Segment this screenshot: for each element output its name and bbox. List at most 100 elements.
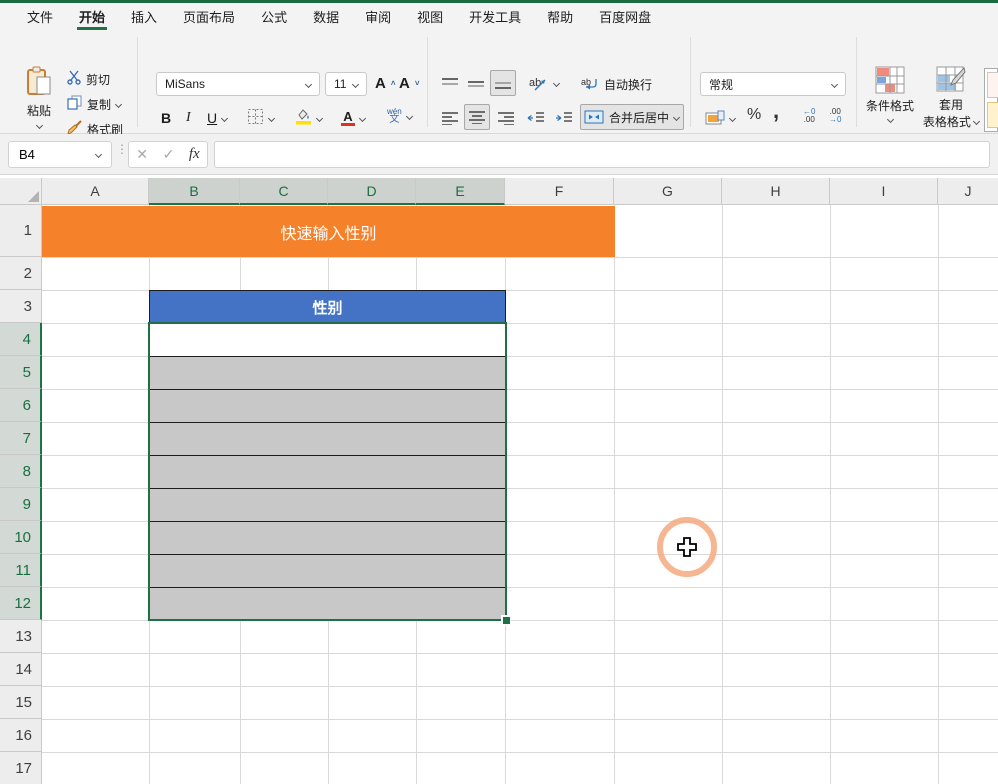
orientation-button[interactable]: ab xyxy=(526,72,562,94)
column-header-I[interactable]: I xyxy=(830,178,938,205)
cut-button[interactable]: 剪切 xyxy=(64,68,113,90)
percent-style-button[interactable]: % xyxy=(744,104,764,126)
merge-center-button[interactable]: 合并后居中 xyxy=(580,104,684,130)
row-header-13[interactable]: 13 xyxy=(0,620,42,653)
phonetic-bottom: 文 xyxy=(389,116,399,124)
row-header-6[interactable]: 6 xyxy=(0,389,42,422)
font-color-button[interactable]: A xyxy=(338,107,368,129)
table-header-cell[interactable]: 性别 xyxy=(149,290,506,324)
comma-style-button[interactable]: , xyxy=(770,100,782,122)
column-header-F[interactable]: F xyxy=(505,178,614,205)
conditional-formatting-button[interactable]: 条件格式 xyxy=(862,66,918,122)
borders-button[interactable] xyxy=(244,107,277,129)
increase-indent-icon xyxy=(555,111,573,125)
column-header-A[interactable]: A xyxy=(42,178,149,205)
column-header-B[interactable]: B xyxy=(149,178,240,205)
conditional-formatting-label: 条件格式 xyxy=(866,97,914,114)
bold-button[interactable]: B xyxy=(158,107,174,129)
row-header-12[interactable]: 12 xyxy=(0,587,42,620)
row-header-1[interactable]: 1 xyxy=(0,205,42,257)
merge-center-label: 合并后居中 xyxy=(609,109,669,126)
font-size-combo[interactable]: 11 xyxy=(325,72,367,96)
row-header-7[interactable]: 7 xyxy=(0,422,42,455)
select-all-corner[interactable] xyxy=(0,178,42,205)
decrease-font-size-button[interactable]: A˅ xyxy=(396,72,423,94)
table-gray-rows[interactable] xyxy=(149,356,506,620)
align-right-button[interactable] xyxy=(494,107,518,129)
bottom-align-button[interactable] xyxy=(490,70,516,96)
column-header-E[interactable]: E xyxy=(416,178,505,205)
row-header-15[interactable]: 15 xyxy=(0,686,42,719)
name-box[interactable]: B4 xyxy=(8,141,112,168)
number-format-combo[interactable]: 常规 xyxy=(700,72,846,96)
enter-icon[interactable]: ✓ xyxy=(163,146,175,163)
ribbon: 粘贴 剪切 复制 格式刷 剪贴板 MiSa xyxy=(0,30,998,134)
align-right-icon xyxy=(497,111,515,125)
ribbon-tab-bar: 文件 开始 插入 页面布局 公式 数据 审阅 视图 开发工具 帮助 百度网盘 xyxy=(0,3,998,30)
decrease-decimal-button[interactable]: .00 →0 xyxy=(826,105,844,127)
row-header-5[interactable]: 5 xyxy=(0,356,42,389)
cell-styles-gallery-partial[interactable] xyxy=(984,68,998,132)
row-header-16[interactable]: 16 xyxy=(0,719,42,752)
tab-developer[interactable]: 开发工具 xyxy=(456,3,534,30)
phonetic-guide-button[interactable]: wén 文 xyxy=(384,105,415,127)
wrap-text-button[interactable]: ab 自动换行 xyxy=(578,73,655,95)
column-header-H[interactable]: H xyxy=(722,178,830,205)
center-align-icon xyxy=(468,110,486,124)
italic-button[interactable]: I xyxy=(183,107,194,129)
increase-decimal-button[interactable]: ←0 .00 xyxy=(800,105,818,127)
increase-font-size-button[interactable]: A˄ xyxy=(372,72,399,94)
excel-window: 文件 开始 插入 页面布局 公式 数据 审阅 视图 开发工具 帮助 百度网盘 粘… xyxy=(0,0,998,784)
group-divider xyxy=(427,37,428,127)
insert-function-icon[interactable]: fx xyxy=(189,146,200,163)
tab-file[interactable]: 文件 xyxy=(14,3,66,30)
formula-input[interactable] xyxy=(214,141,990,168)
orientation-icon: ab xyxy=(529,74,549,92)
row-header-2[interactable]: 2 xyxy=(0,257,42,290)
chevron-down-icon xyxy=(729,114,736,121)
column-header-D[interactable]: D xyxy=(328,178,416,205)
cancel-icon[interactable]: ✕ xyxy=(136,146,148,163)
tab-data[interactable]: 数据 xyxy=(300,3,352,30)
tab-insert[interactable]: 插入 xyxy=(118,3,170,30)
row-header-8[interactable]: 8 xyxy=(0,455,42,488)
top-align-button[interactable] xyxy=(438,73,462,95)
center-align-button[interactable] xyxy=(464,104,490,130)
tab-help[interactable]: 帮助 xyxy=(534,3,586,30)
align-left-button[interactable] xyxy=(438,107,462,129)
accounting-format-button[interactable] xyxy=(702,107,738,129)
row-header-9[interactable]: 9 xyxy=(0,488,42,521)
copy-button[interactable]: 复制 xyxy=(64,93,124,115)
fill-color-button[interactable] xyxy=(292,107,325,129)
font-family-combo[interactable]: MiSans xyxy=(156,72,320,96)
table-body[interactable] xyxy=(149,323,506,620)
format-as-table-button[interactable]: 套用 表格格式 xyxy=(922,66,980,130)
increase-indent-button[interactable] xyxy=(552,107,576,129)
format-as-table-label-2: 表格格式 xyxy=(923,113,979,130)
top-align-icon xyxy=(441,77,459,91)
row-header-3[interactable]: 3 xyxy=(0,290,42,323)
tab-baidu-netdisk[interactable]: 百度网盘 xyxy=(586,3,664,30)
decrease-indent-button[interactable] xyxy=(524,107,548,129)
row-header-11[interactable]: 11 xyxy=(0,554,42,587)
row-header-14[interactable]: 14 xyxy=(0,653,42,686)
format-as-table-label-2-text: 表格格式 xyxy=(923,115,971,129)
format-as-table-icon xyxy=(936,66,966,94)
tab-view[interactable]: 视图 xyxy=(404,3,456,30)
active-cell-B4[interactable] xyxy=(149,323,506,356)
row-header-10[interactable]: 10 xyxy=(0,521,42,554)
fill-handle[interactable] xyxy=(501,615,511,625)
column-header-C[interactable]: C xyxy=(240,178,328,205)
column-header-G[interactable]: G xyxy=(614,178,722,205)
row-header-17[interactable]: 17 xyxy=(0,752,42,784)
paste-button[interactable]: 粘贴 xyxy=(16,66,62,136)
title-banner-cell[interactable]: 快速输入性别 xyxy=(42,206,615,257)
row-header-4[interactable]: 4 xyxy=(0,323,42,356)
column-header-J[interactable]: J xyxy=(938,178,998,205)
tab-home[interactable]: 开始 xyxy=(66,3,118,30)
underline-button[interactable]: U xyxy=(204,107,230,129)
tab-formulas[interactable]: 公式 xyxy=(248,3,300,30)
tab-page-layout[interactable]: 页面布局 xyxy=(170,3,248,30)
tab-review[interactable]: 审阅 xyxy=(352,3,404,30)
middle-align-button[interactable] xyxy=(464,73,488,95)
